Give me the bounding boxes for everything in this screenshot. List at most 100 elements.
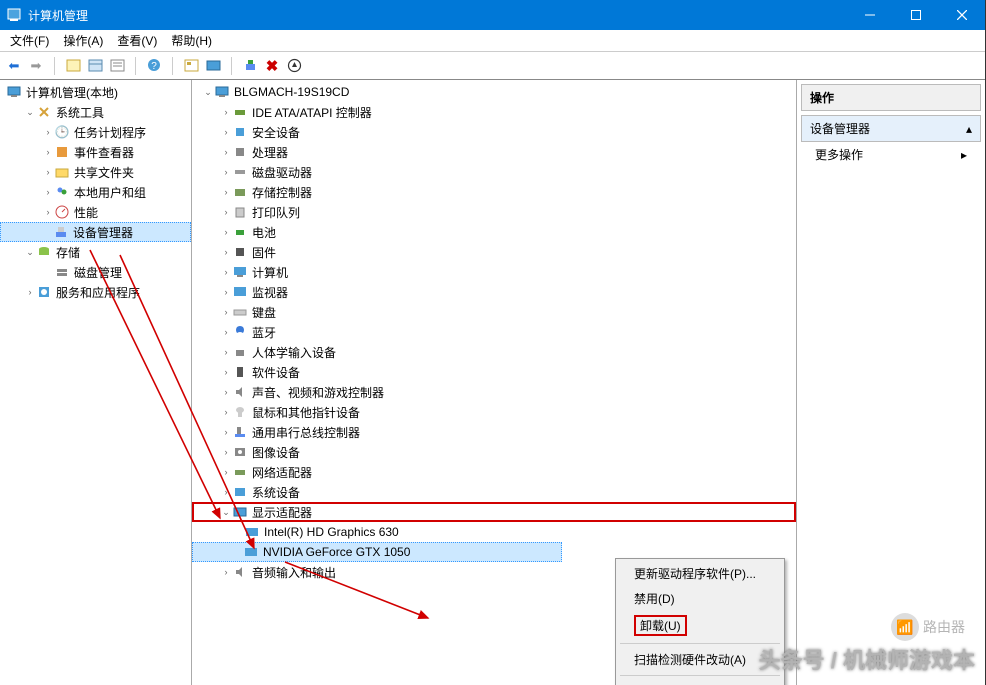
tree-performance[interactable]: ›性能 xyxy=(0,202,191,222)
forward-icon[interactable]: ➡ xyxy=(28,58,44,74)
properties-icon[interactable] xyxy=(109,58,125,74)
expand-icon[interactable]: › xyxy=(220,307,232,317)
tree-services[interactable]: › 服务和应用程序 xyxy=(0,282,191,302)
folder-icon xyxy=(54,164,70,180)
expand-icon[interactable]: › xyxy=(42,207,54,217)
category-item[interactable]: ›固件 xyxy=(192,242,796,262)
expand-icon[interactable]: › xyxy=(220,207,232,217)
category-item[interactable]: ›网络适配器 xyxy=(192,462,796,482)
category-item[interactable]: ›安全设备 xyxy=(192,122,796,142)
close-button[interactable] xyxy=(939,0,985,30)
menu-view[interactable]: 查看(V) xyxy=(117,32,157,49)
tree-device-manager[interactable]: 设备管理器 xyxy=(0,222,191,242)
expand-icon[interactable]: › xyxy=(220,247,232,257)
category-item[interactable]: ›图像设备 xyxy=(192,442,796,462)
collapse-icon[interactable]: ⌄ xyxy=(24,107,36,118)
category-icon xyxy=(232,484,248,500)
menu-help[interactable]: 帮助(H) xyxy=(171,32,212,49)
update-icon[interactable] xyxy=(286,58,302,74)
menu-uninstall[interactable]: 卸载(U) xyxy=(616,611,784,640)
device-manager-icon xyxy=(53,224,69,240)
tree-storage[interactable]: ⌄存储 xyxy=(0,242,191,262)
delete-icon[interactable]: ✖ xyxy=(264,58,280,74)
category-item[interactable]: ›系统设备 xyxy=(192,482,796,502)
category-item[interactable]: ›声音、视频和游戏控制器 xyxy=(192,382,796,402)
expand-icon[interactable]: › xyxy=(220,327,232,337)
category-item[interactable]: ›通用串行总线控制器 xyxy=(192,422,796,442)
expand-icon[interactable]: › xyxy=(220,567,232,577)
category-item[interactable]: ›IDE ATA/ATAPI 控制器 xyxy=(192,102,796,122)
device-root[interactable]: ⌄BLGMACH-19S19CD xyxy=(192,82,796,102)
device-tree-pane[interactable]: ⌄BLGMACH-19S19CD ›IDE ATA/ATAPI 控制器›安全设备… xyxy=(192,80,797,685)
expand-icon[interactable]: › xyxy=(220,487,232,497)
category-item[interactable]: ›鼠标和其他指针设备 xyxy=(192,402,796,422)
category-item[interactable]: ›电池 xyxy=(192,222,796,242)
menu-properties[interactable]: 属性(R) xyxy=(616,679,784,685)
expand-icon[interactable]: › xyxy=(220,127,232,137)
expand-icon[interactable]: › xyxy=(220,467,232,477)
tree-system-tools[interactable]: ⌄ 系统工具 xyxy=(0,102,191,122)
expand-icon[interactable]: › xyxy=(220,167,232,177)
expand-icon[interactable]: › xyxy=(220,347,232,357)
expand-icon[interactable]: › xyxy=(220,427,232,437)
expand-icon[interactable]: › xyxy=(42,127,54,137)
tool-icon-1[interactable] xyxy=(183,58,199,74)
expand-icon[interactable]: › xyxy=(220,107,232,117)
actions-more[interactable]: 更多操作▸ xyxy=(797,142,985,167)
expand-icon[interactable]: › xyxy=(220,187,232,197)
tree-root[interactable]: 计算机管理(本地) xyxy=(0,82,191,102)
category-item[interactable]: ›处理器 xyxy=(192,142,796,162)
menu-action[interactable]: 操作(A) xyxy=(63,32,103,49)
expand-icon[interactable]: › xyxy=(42,147,54,157)
help-icon[interactable]: ? xyxy=(146,58,162,74)
category-item[interactable]: ›人体学输入设备 xyxy=(192,342,796,362)
tree-disk-mgmt[interactable]: 磁盘管理 xyxy=(0,262,191,282)
collapse-icon[interactable]: ⌄ xyxy=(24,247,36,258)
tree-label: 计算机管理(本地) xyxy=(26,84,118,101)
tree-label: 显示适配器 xyxy=(252,504,312,521)
expand-icon[interactable]: › xyxy=(220,367,232,377)
category-item[interactable]: ›监视器 xyxy=(192,282,796,302)
expand-icon[interactable]: › xyxy=(24,287,36,297)
tree-shared-folders[interactable]: ›共享文件夹 xyxy=(0,162,191,182)
expand-icon[interactable]: › xyxy=(220,147,232,157)
category-item[interactable]: ›蓝牙 xyxy=(192,322,796,342)
expand-icon[interactable]: › xyxy=(220,407,232,417)
category-item[interactable]: ›存储控制器 xyxy=(192,182,796,202)
tree-local-users[interactable]: ›本地用户和组 xyxy=(0,182,191,202)
category-item[interactable]: ›磁盘驱动器 xyxy=(192,162,796,182)
actions-category[interactable]: 设备管理器▴ xyxy=(801,115,981,142)
back-icon[interactable]: ⬅ xyxy=(6,58,22,74)
left-tree-pane[interactable]: 计算机管理(本地) ⌄ 系统工具 ›🕒任务计划程序 ›事件查看器 ›共享文件夹 … xyxy=(0,80,192,685)
scan-icon[interactable] xyxy=(242,58,258,74)
menu-update-driver[interactable]: 更新驱动程序软件(P)... xyxy=(616,561,784,586)
view-icon[interactable] xyxy=(87,58,103,74)
tree-label: 服务和应用程序 xyxy=(56,284,140,301)
menu-file[interactable]: 文件(F) xyxy=(10,32,49,49)
event-icon xyxy=(54,144,70,160)
category-item[interactable]: ›打印队列 xyxy=(192,202,796,222)
expand-icon[interactable]: › xyxy=(42,187,54,197)
category-display-adapters[interactable]: ⌄ 显示适配器 xyxy=(192,502,796,522)
tree-task-scheduler[interactable]: ›🕒任务计划程序 xyxy=(0,122,191,142)
expand-icon[interactable]: › xyxy=(220,447,232,457)
show-hide-icon[interactable] xyxy=(65,58,81,74)
expand-icon[interactable]: › xyxy=(220,227,232,237)
tree-event-viewer[interactable]: ›事件查看器 xyxy=(0,142,191,162)
minimize-button[interactable] xyxy=(847,0,893,30)
expand-icon[interactable]: › xyxy=(42,167,54,177)
expand-icon[interactable]: › xyxy=(220,287,232,297)
menu-disable[interactable]: 禁用(D) xyxy=(616,586,784,611)
tool-icon-2[interactable] xyxy=(205,58,221,74)
category-item[interactable]: ›软件设备 xyxy=(192,362,796,382)
collapse-icon[interactable]: ⌄ xyxy=(220,507,232,518)
category-icon xyxy=(232,124,248,140)
category-item[interactable]: ›键盘 xyxy=(192,302,796,322)
device-nvidia-gtx[interactable]: NVIDIA GeForce GTX 1050 xyxy=(192,542,562,562)
maximize-button[interactable] xyxy=(893,0,939,30)
device-intel-hd[interactable]: Intel(R) HD Graphics 630 xyxy=(192,522,796,542)
expand-icon[interactable]: › xyxy=(220,387,232,397)
collapse-icon[interactable]: ⌄ xyxy=(202,87,214,98)
expand-icon[interactable]: › xyxy=(220,267,232,277)
category-item[interactable]: ›计算机 xyxy=(192,262,796,282)
